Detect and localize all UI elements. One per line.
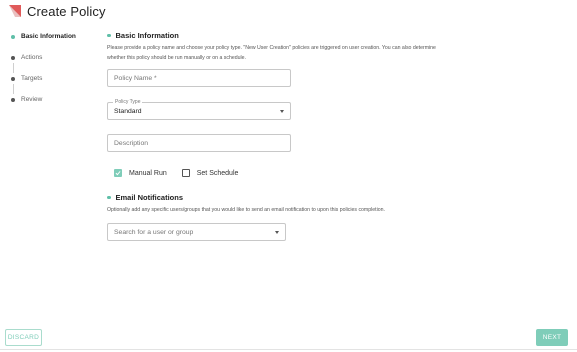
section-dot-icon (107, 33, 111, 38)
next-button[interactable]: NEXT (536, 329, 568, 346)
basic-information-heading: Basic Information (107, 31, 179, 40)
description-placeholder: Description (114, 139, 148, 147)
brand-logo-icon (9, 5, 21, 17)
step-label: Actions (21, 54, 43, 61)
policy-type-label: Policy Type (113, 99, 143, 105)
basic-information-description: Please provide a policy name and choose … (107, 44, 436, 63)
step-dot-icon (11, 76, 15, 81)
chevron-down-icon (275, 231, 279, 234)
policy-name-field[interactable]: Policy Name * (107, 69, 291, 87)
email-notifications-heading: Email Notifications (107, 193, 183, 202)
wizard-stepper: Basic Information Actions Targets Review (11, 26, 76, 110)
set-schedule-checkbox[interactable] (181, 169, 190, 177)
step-label: Review (21, 96, 43, 103)
user-group-search-placeholder: Search for a user or group (114, 228, 194, 236)
chevron-down-icon (280, 110, 284, 113)
description-field[interactable]: Description (107, 134, 291, 152)
step-dot-icon (11, 55, 15, 60)
step-dot-icon (11, 97, 15, 102)
step-label: Basic Information (21, 33, 76, 40)
create-policy-page: Create Policy Basic Information Actions … (0, 0, 577, 352)
step-connector (12, 63, 14, 73)
manual-run-checkbox[interactable] (114, 169, 122, 177)
page-header: Create Policy (9, 3, 106, 19)
description-line: Please provide a policy name and choose … (107, 45, 436, 51)
checkmark-icon (115, 171, 121, 176)
step-label: Targets (21, 75, 43, 82)
policy-name-placeholder: Policy Name * (114, 74, 157, 82)
section-title-text: Email Notifications (115, 193, 184, 202)
policy-type-select[interactable]: Policy Type Standard (107, 99, 291, 120)
step-dot-icon (11, 34, 15, 39)
page-title: Create Policy (27, 3, 106, 19)
section-title-text: Basic Information (115, 31, 179, 40)
email-notifications-description: Optionally add any specific users/groups… (107, 207, 385, 213)
step-targets[interactable]: Targets (11, 68, 76, 89)
section-dot-icon (107, 195, 111, 200)
manual-run-label: Manual Run (129, 169, 167, 177)
step-actions[interactable]: Actions (11, 47, 76, 68)
policy-type-value: Standard (114, 107, 142, 115)
step-connector (12, 84, 14, 94)
discard-button[interactable]: DISCARD (5, 329, 42, 346)
set-schedule-label: Set Schedule (196, 169, 239, 177)
step-review[interactable]: Review (11, 89, 76, 110)
user-group-search-select[interactable]: Search for a user or group (107, 223, 286, 241)
description-line: whether this policy should be run manual… (107, 54, 246, 61)
step-basic-information[interactable]: Basic Information (11, 26, 76, 47)
footer-divider (0, 349, 577, 350)
run-options: Manual Run Set Schedule (114, 169, 238, 177)
